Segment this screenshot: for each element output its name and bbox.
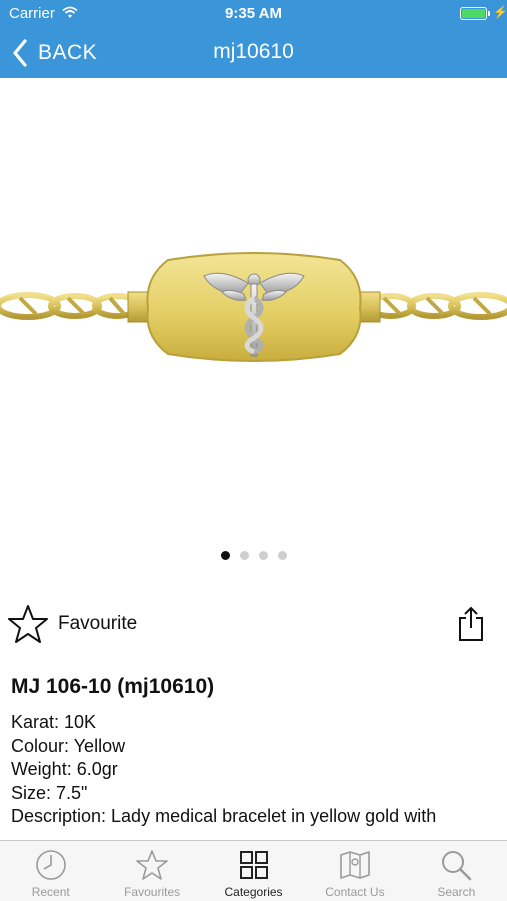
grid-icon [239,851,268,879]
tab-recent[interactable]: Recent [0,841,101,901]
tab-contact-us[interactable]: Contact Us [304,841,405,901]
battery-icon [460,7,490,20]
action-row: Favourite [0,600,507,650]
star-icon [8,605,48,643]
tab-bar: Recent Favourites Categories Contact Us … [0,840,507,901]
page-dot-2[interactable] [239,551,249,560]
image-gallery[interactable] [0,78,507,578]
page-dot-1[interactable] [220,551,230,560]
description-line: Description: Lady medical bracelet in ye… [11,806,437,826]
charging-icon: ⚡ [493,5,507,19]
share-icon[interactable] [456,606,486,642]
karat-line: Karat: 10K [11,712,97,732]
tab-recent-label: Recent [31,885,70,899]
clock-icon [35,850,66,880]
product-title: MJ 106-10 (mj10610) [11,675,215,698]
page-dot-4[interactable] [277,551,287,560]
star-icon [136,850,168,880]
search-icon [442,851,472,881]
tab-categories-label: Categories [224,885,283,899]
product-details: MJ 106-10 (mj10610) Karat: 10K Colour: Y… [11,675,501,829]
map-icon [340,851,370,879]
size-line: Size: 7.5" [11,782,88,803]
navigation-bar: BACK mj10610 [0,28,507,78]
favourite-button[interactable]: Favourite [8,604,137,644]
tab-categories[interactable]: Categories [203,841,304,901]
product-image [0,252,507,362]
status-bar: Carrier 9:35 AM ⚡ [0,0,507,28]
weight-line: Weight: 6.0gr [11,759,118,779]
favourite-label: Favourite [58,613,138,634]
page-indicator[interactable] [0,551,507,560]
tab-search[interactable]: Search [406,841,507,901]
tab-favourites[interactable]: Favourites [101,841,202,901]
tab-search-label: Search [437,885,476,899]
colour-line: Colour: Yellow [11,735,126,756]
page-title: mj10610 [213,40,294,63]
status-time: 9:35 AM [225,5,282,22]
tab-contact-us-label: Contact Us [325,885,385,899]
page-dot-3[interactable] [258,551,268,560]
tab-favourites-label: Favourites [124,885,181,899]
